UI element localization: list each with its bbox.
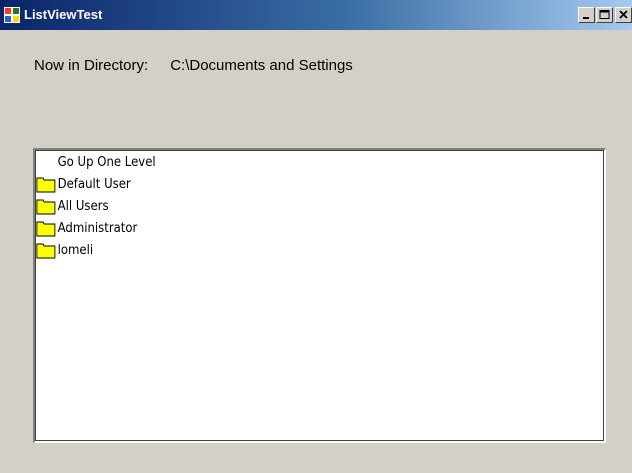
directory-listview[interactable]: Go Up One Level Default User All Users A… — [33, 148, 606, 443]
close-icon — [619, 10, 628, 19]
directory-row: Now in Directory: C:\Documents and Settin… — [34, 57, 353, 74]
folder-icon — [36, 243, 56, 259]
list-item-lomeli[interactable]: lomeli — [36, 239, 156, 261]
window-controls — [577, 7, 632, 24]
folder-icon — [36, 177, 56, 193]
list-item-administrator[interactable]: Administrator — [36, 217, 156, 239]
blank-icon — [36, 153, 56, 171]
directory-label: Now in Directory: — [34, 57, 149, 74]
list-item-label: All Users — [57, 198, 109, 214]
maximize-icon — [599, 10, 610, 19]
minimize-button[interactable] — [578, 7, 595, 23]
list-item-all-users[interactable]: All Users — [36, 195, 156, 217]
title-bar[interactable]: ListViewTest — [0, 0, 632, 30]
close-button[interactable] — [615, 7, 632, 23]
list-item-label: Default User — [57, 176, 131, 192]
listview-items: Go Up One Level Default User All Users A… — [36, 151, 169, 261]
list-item-go-up[interactable]: Go Up One Level — [36, 151, 156, 173]
maximize-button[interactable] — [596, 7, 613, 23]
app-window-icon — [4, 7, 20, 23]
folder-icon — [36, 221, 56, 237]
minimize-icon — [583, 17, 589, 19]
window-title: ListViewTest — [24, 7, 103, 22]
list-item-label: Go Up One Level — [57, 154, 156, 170]
main-window: ListViewTest Now in Directory:C:\Docume — [0, 0, 632, 473]
list-item-label: Administrator — [57, 220, 138, 236]
folder-icon — [36, 199, 56, 215]
directory-path: C:\Documents and Settings — [170, 57, 353, 74]
list-item-default-user[interactable]: Default User — [36, 173, 156, 195]
list-item-label: lomeli — [57, 242, 94, 258]
